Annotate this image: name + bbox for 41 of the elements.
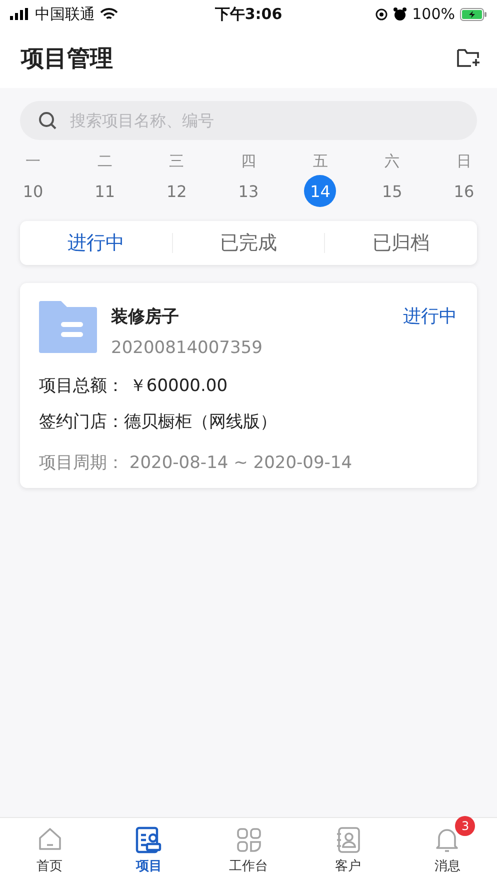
calendar-date[interactable]: 16: [448, 175, 480, 207]
battery-icon: [460, 8, 487, 20]
project-name: 装修房子: [111, 306, 180, 328]
tab-bar-item[interactable]: 工作台: [198, 818, 298, 883]
weekday-label: 日: [456, 152, 472, 171]
calendar-date[interactable]: 11: [88, 175, 121, 207]
weekday-label: 五: [312, 152, 328, 171]
status-tab[interactable]: 已完成: [172, 221, 324, 265]
project-period: 项目周期： 2020-08-14 ~ 2020-09-14: [39, 452, 354, 474]
calendar-date[interactable]: 13: [232, 175, 264, 207]
calendar-date[interactable]: 10: [17, 175, 49, 207]
add-folder-icon[interactable]: [457, 48, 481, 68]
status-tab[interactable]: 已归档: [325, 221, 478, 265]
battery-level: 100%: [412, 5, 455, 23]
calendar-date[interactable]: 14: [304, 175, 336, 207]
tab-bar-item[interactable]: 3 消息: [398, 818, 497, 883]
tab-bar-item[interactable]: 首页: [0, 818, 100, 883]
weekday-label: 六: [384, 152, 400, 171]
signal-icon: [10, 8, 30, 20]
stamp-document-icon: [135, 826, 164, 854]
project-number: 20200814007359: [111, 338, 264, 358]
tab-bar-item[interactable]: 客户: [298, 818, 398, 883]
signing-store: 签约门店：德贝橱柜（网线版）: [39, 411, 278, 433]
project-status: 进行中: [403, 305, 457, 328]
clock-time: 下午3:06: [214, 4, 282, 24]
page-title: 项目管理: [21, 44, 113, 74]
unread-count-badge: 3: [455, 816, 476, 836]
grid-icon: [234, 826, 263, 854]
weekday-label: 三: [169, 152, 184, 171]
wifi-icon: [100, 8, 118, 20]
status-tab[interactable]: 进行中: [20, 221, 172, 265]
weekday-label: 二: [97, 152, 112, 171]
calendar-date[interactable]: 15: [376, 175, 408, 207]
calendar-date[interactable]: 12: [160, 175, 193, 207]
carrier-name: 中国联通: [35, 4, 95, 24]
weekday-label: 四: [240, 152, 256, 171]
project-card[interactable]: 装修房子 20200814007359 进行中 项目总额： ￥60000.00 签约门店：德贝橱柜（网线版） 项目周期： 2020-08-14 ~ 2020-09-14: [20, 283, 477, 488]
tab-bar-item[interactable]: 项目: [99, 818, 199, 883]
project-amount: 项目总额： ￥60000.00: [39, 375, 229, 397]
weekday-label: 一: [26, 152, 40, 171]
folder-icon: [39, 301, 97, 353]
